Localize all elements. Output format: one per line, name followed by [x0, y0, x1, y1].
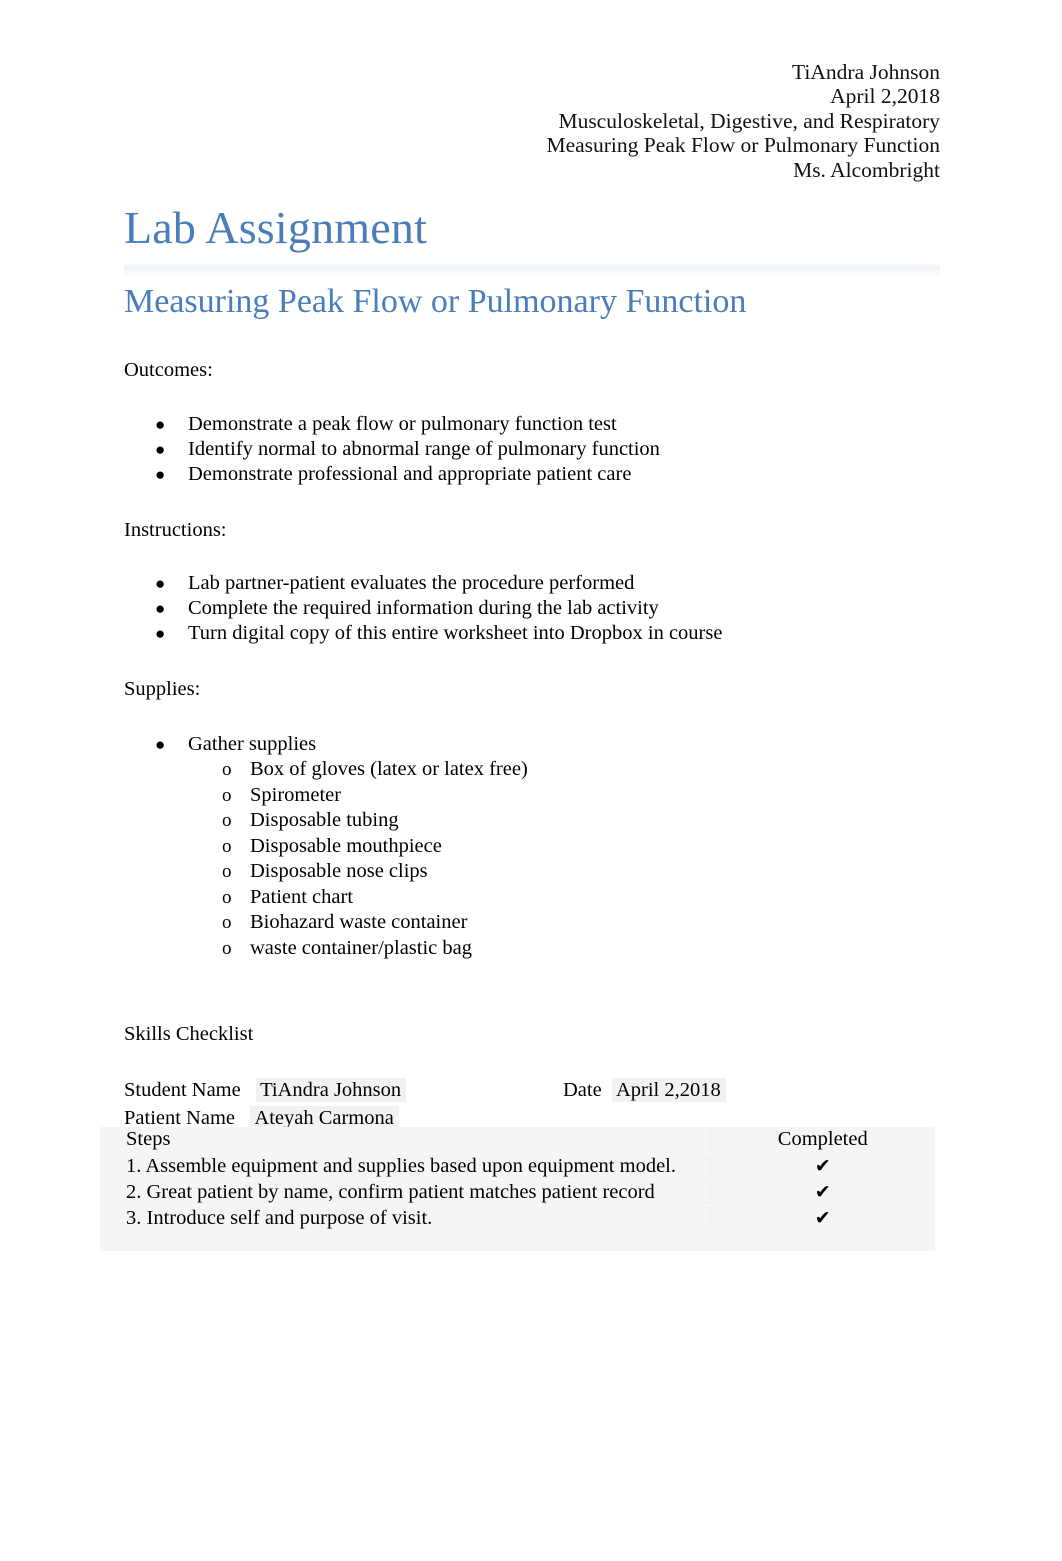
sub-list-item-label: Biohazard waste container [250, 911, 468, 934]
subbullet-icon: o [222, 861, 232, 883]
list-item-label: Gather supplies [188, 733, 317, 755]
header-line-author: TiAndra Johnson [792, 60, 940, 84]
supplies-list: ● Gather supplies o Box of gloves (latex… [124, 732, 884, 961]
date-group: Date April 2,2018 [563, 1076, 726, 1104]
subbullet-icon: o [222, 784, 232, 806]
instructions-label: Instructions: [124, 519, 227, 541]
list-item-label: Demonstrate a peak flow or pulmonary fun… [188, 413, 617, 435]
subbullet-icon: o [222, 759, 232, 781]
supplies-label: Supplies: [124, 678, 201, 700]
list-item-label: Identify normal to abnormal range of pul… [188, 438, 660, 461]
list-item-label: Turn digital copy of this entire workshe… [188, 622, 723, 645]
header-line-teacher: Ms. Alcombright [793, 157, 940, 182]
checkmark-icon: ✔ [814, 1207, 831, 1229]
bullet-icon: ● [155, 465, 166, 485]
sub-list-item: o Disposable mouthpiece [188, 834, 884, 860]
instructions-list: ● Lab partner-patient evaluates the proc… [124, 571, 884, 647]
table-bottom-padding [100, 1231, 935, 1251]
supplies-sublist: o Box of gloves (latex or latex free) o … [188, 757, 884, 961]
sub-list-item: o Box of gloves (latex or latex free) [188, 757, 884, 783]
list-item-label: Lab partner-patient evaluates the proced… [188, 572, 635, 594]
document-page: TiAndra Johnson April 2,2018 Musculoskel… [0, 0, 1062, 1561]
sub-list-item: o waste container/plastic bag [188, 936, 884, 962]
subbullet-icon: o [222, 912, 232, 934]
sub-list-item-label: Disposable mouthpiece [250, 834, 442, 857]
list-item: ● Demonstrate a peak flow or pulmonary f… [124, 412, 884, 437]
list-item: ● Complete the required information duri… [124, 596, 884, 621]
completed-cell[interactable]: ✔ [709, 1179, 935, 1206]
header-line-unit: Musculoskeletal, Digestive, and Respirat… [558, 108, 940, 133]
sub-list-item: o Biohazard waste container [188, 910, 884, 936]
skills-table-wrapper: Steps Completed 1. Assemble equipment an… [100, 1127, 935, 1251]
date-label: Date [563, 1079, 602, 1101]
checkmark-icon: ✔ [814, 1155, 831, 1177]
checkmark-icon: ✔ [814, 1181, 831, 1203]
sub-list-item-label: Disposable tubing [250, 809, 399, 832]
header-line-topic: Measuring Peak Flow or Pulmonary Functio… [546, 133, 940, 158]
sub-list-item-label: Spirometer [250, 783, 342, 806]
step-text: 2. Great patient by name, confirm patien… [100, 1179, 710, 1206]
bullet-icon: ● [155, 574, 166, 593]
skills-table: Steps Completed 1. Assemble equipment an… [100, 1127, 935, 1231]
subbullet-icon: o [222, 886, 232, 908]
table-row: 3. Introduce self and purpose of visit. … [100, 1205, 935, 1231]
bullet-icon: ● [155, 440, 166, 460]
table-row: 2. Great patient by name, confirm patien… [100, 1179, 935, 1206]
completed-cell[interactable]: ✔ [709, 1205, 935, 1231]
sub-list-item-label: Box of gloves (latex or latex free) [250, 758, 528, 781]
student-name-row: Student Name TiAndra Johnson Date April … [124, 1076, 940, 1104]
list-item-label: Demonstrate professional and appropriate… [188, 463, 632, 486]
column-header-steps: Steps [100, 1127, 710, 1154]
list-item: ● Identify normal to abnormal range of p… [124, 437, 884, 462]
sub-list-item-label: Disposable nose clips [250, 860, 428, 883]
list-item-label: Complete the required information during… [188, 597, 659, 620]
sub-list-item: o Patient chart [188, 885, 884, 911]
table-header-row: Steps Completed [100, 1127, 935, 1154]
skills-identity-fields: Student Name TiAndra Johnson Date April … [124, 1076, 940, 1132]
sub-list-item: o Disposable tubing [188, 808, 884, 834]
completed-cell[interactable]: ✔ [709, 1153, 935, 1180]
step-text: 1. Assemble equipment and supplies based… [100, 1153, 710, 1180]
bullet-icon: ● [155, 599, 166, 619]
table-row: 1. Assemble equipment and supplies based… [100, 1153, 935, 1180]
bullet-icon: ● [155, 624, 166, 644]
list-item: ● Demonstrate professional and appropria… [124, 462, 884, 487]
list-item: ● Lab partner-patient evaluates the proc… [124, 571, 884, 596]
subbullet-icon: o [222, 937, 232, 959]
column-header-completed: Completed [709, 1127, 935, 1154]
title-divider [124, 262, 940, 276]
sub-list-item: o Spirometer [188, 783, 884, 809]
subbullet-icon: o [222, 835, 232, 857]
document-header: TiAndra Johnson April 2,2018 Musculoskel… [124, 60, 940, 182]
student-name-value[interactable]: TiAndra Johnson [256, 1078, 407, 1102]
page-title: Lab Assignment [124, 202, 428, 253]
page-subtitle: Measuring Peak Flow or Pulmonary Functio… [124, 283, 747, 320]
sub-list-item-label: Patient chart [250, 885, 354, 908]
list-item: ● Turn digital copy of this entire works… [124, 621, 884, 646]
patient-name-label: Patient Name [124, 1107, 236, 1129]
sub-list-item-label: waste container/plastic bag [250, 936, 472, 959]
bullet-icon: ● [155, 735, 166, 754]
bullet-icon: ● [155, 415, 166, 434]
subbullet-icon: o [222, 810, 232, 832]
header-line-date: April 2,2018 [830, 84, 940, 109]
list-item: ● Gather supplies o Box of gloves (latex… [124, 732, 884, 961]
step-text: 3. Introduce self and purpose of visit. [126, 1207, 433, 1229]
outcomes-label: Outcomes: [124, 359, 213, 381]
outcomes-list: ● Demonstrate a peak flow or pulmonary f… [124, 412, 884, 488]
sub-list-item: o Disposable nose clips [188, 859, 884, 885]
student-name-label: Student Name [124, 1079, 241, 1101]
date-value[interactable]: April 2,2018 [611, 1078, 726, 1102]
skills-checklist-heading: Skills Checklist [124, 1023, 254, 1045]
title-block: Lab Assignment [124, 202, 940, 254]
